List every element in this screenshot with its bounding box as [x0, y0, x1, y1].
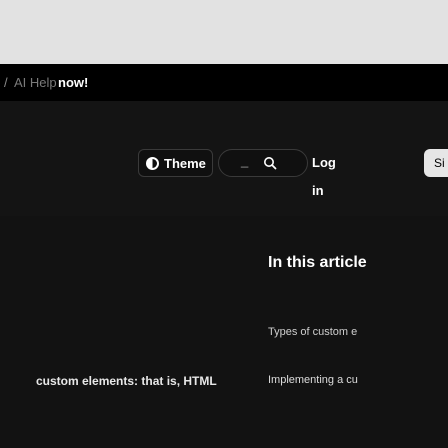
search-placeholder: _ [241, 153, 249, 168]
login-button[interactable]: Log in [312, 149, 348, 198]
toc-item[interactable]: Types of custom e [268, 326, 357, 338]
announcement-suffix: now! [58, 75, 89, 90]
search-button[interactable]: _ [218, 149, 308, 177]
toc-item[interactable]: Implementing a cu [268, 374, 358, 386]
header: Theme _ Log in Si [0, 101, 448, 216]
theme-icon [146, 156, 159, 170]
top-bar [0, 0, 448, 64]
announcement-prefix: / [4, 75, 8, 90]
article-body-text: custom elements: that is, HTML [36, 374, 217, 388]
toc-title: In this article [268, 254, 367, 271]
theme-label: Theme [164, 155, 206, 171]
page: / AI Help now! Theme _ Log in Si In this… [0, 0, 448, 448]
search-icon [264, 157, 277, 170]
announcement-bar: / AI Help now! [0, 64, 448, 101]
signup-button[interactable]: Si [424, 149, 448, 177]
announcement-link[interactable]: AI Help [14, 64, 57, 101]
theme-button[interactable]: Theme [138, 149, 213, 177]
main-content: In this article Types of custom e custom… [0, 216, 448, 448]
